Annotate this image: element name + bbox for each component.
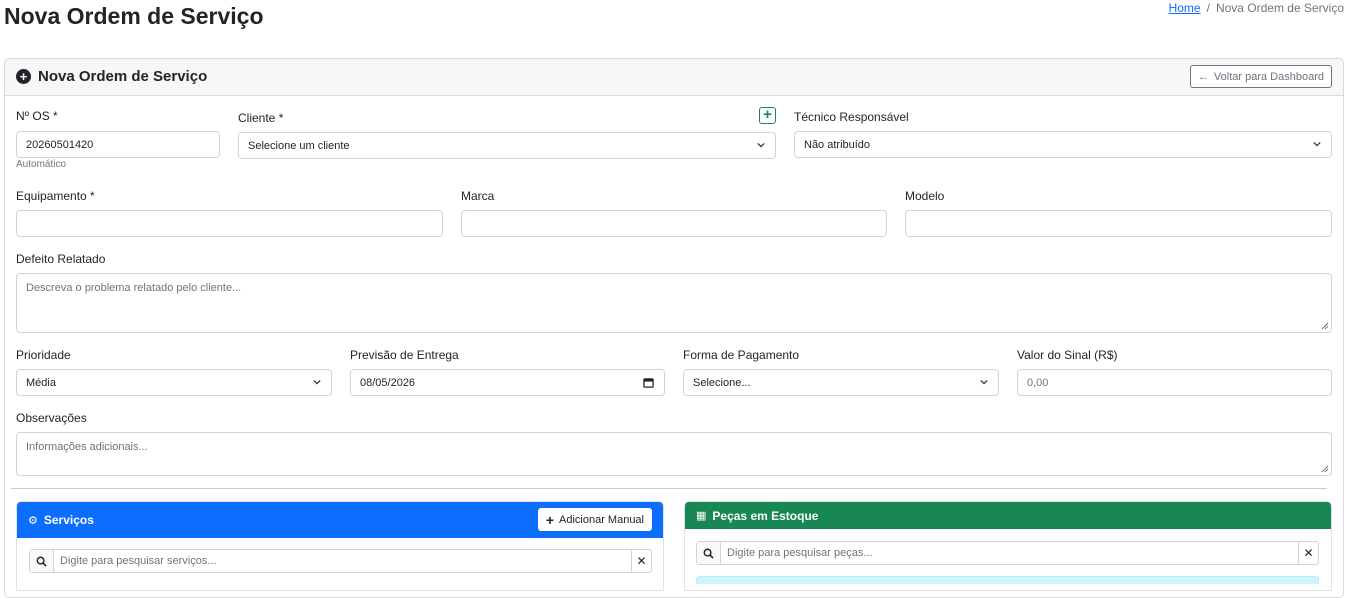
breadcrumb-home-link[interactable]: Home [1169,1,1201,15]
parts-search-input[interactable]: Digite para pesquisar peças... [721,542,1298,564]
delivery-date-value: 08/05/2026 [360,376,416,389]
model-input[interactable] [905,210,1332,237]
gears-icon: ⚙ [28,514,38,527]
payment-label: Forma de Pagamento [683,348,800,362]
parts-header: ▦ Peças em Estoque [685,502,1331,529]
services-header: ⚙ Serviços + Adicionar Manual [17,502,663,538]
chevron-down-icon [1313,141,1321,147]
client-select[interactable]: Selecione um cliente [238,132,776,159]
breadcrumb-separator: / [1206,1,1210,15]
services-search-group: Digite para pesquisar serviços... ✕ [29,549,652,573]
resize-grip-icon[interactable] [1321,322,1329,330]
technician-select-value: Não atribuído [804,138,871,151]
os-number-label: Nº OS * [16,109,58,123]
defect-label: Defeito Relatado [16,252,106,266]
client-label: Cliente * [238,111,284,125]
parts-search-group: Digite para pesquisar peças... ✕ [696,541,1319,565]
defect-placeholder: Descreva o problema relatado pelo client… [26,282,242,294]
priority-label: Prioridade [16,348,71,362]
client-select-value: Selecione um cliente [248,139,350,152]
add-client-button[interactable]: + [759,107,776,124]
services-panel: ⚙ Serviços + Adicionar Manual [16,501,664,591]
chevron-down-icon [313,379,321,385]
delivery-date-input[interactable]: 08/05/2026 [350,369,665,396]
deposit-label: Valor do Sinal (R$) [1017,348,1118,362]
notes-placeholder: Informações adicionais... [26,441,148,453]
add-manual-button[interactable]: + Adicionar Manual [537,508,652,531]
breadcrumb-current: Nova Ordem de Serviço [1215,1,1344,15]
priority-select-value: Média [26,376,56,389]
services-search-placeholder: Digite para pesquisar serviços... [60,555,217,567]
os-number-help: Automático [16,159,67,170]
add-manual-label: Adicionar Manual [559,513,644,526]
calendar-icon[interactable] [643,377,654,388]
breadcrumb: Home / Nova Ordem de Serviço [1169,1,1344,15]
os-number-input[interactable]: 20260501420 [16,131,220,158]
payment-select[interactable]: Selecione... [683,369,999,396]
notes-label: Observações [16,411,87,425]
brand-label: Marca [461,189,495,203]
delivery-date-label: Previsão de Entrega [350,348,459,362]
search-icon [30,550,54,572]
back-to-dashboard-button[interactable]: ← Voltar para Dashboard [1189,65,1332,88]
model-label: Modelo [905,189,945,203]
arrow-left-icon: ← [1197,70,1209,83]
services-search-input[interactable]: Digite para pesquisar serviços... [54,550,631,572]
equipment-input[interactable] [16,210,443,237]
services-title: Serviços [43,513,94,527]
equipment-label: Equipamento * [16,189,95,203]
chevron-down-icon [757,142,765,148]
chevron-down-icon [980,379,988,385]
os-number-value: 20260501420 [26,138,94,151]
clear-icon[interactable]: ✕ [1298,542,1318,564]
deposit-input[interactable]: 0,00 [1017,369,1332,396]
parts-search-placeholder: Digite para pesquisar peças... [727,547,873,559]
parts-info-alert [696,576,1319,584]
search-icon [697,542,721,564]
brand-input[interactable] [461,210,887,237]
notes-textarea[interactable]: Informações adicionais... [16,432,1332,476]
priority-select[interactable]: Média [16,369,332,396]
clear-icon[interactable]: ✕ [631,550,651,572]
technician-select[interactable]: Não atribuído [794,131,1332,158]
deposit-placeholder: 0,00 [1027,376,1049,389]
defect-textarea[interactable]: Descreva o problema relatado pelo client… [16,273,1332,333]
plus-icon: + [545,511,554,528]
back-button-label: Voltar para Dashboard [1213,70,1324,83]
technician-label: Técnico Responsável [794,110,909,124]
box-icon: ▦ [696,510,707,522]
plus-circle-icon: + [16,69,31,84]
section-divider [11,488,1327,489]
parts-title: Peças em Estoque [712,508,819,523]
page-title: Nova Ordem de Serviço [4,3,264,29]
payment-select-value: Selecione... [693,376,751,389]
card-title: Nova Ordem de Serviço [38,68,208,85]
card-header: + Nova Ordem de Serviço ← Voltar para Da… [5,59,1343,96]
resize-grip-icon[interactable] [1321,465,1329,473]
